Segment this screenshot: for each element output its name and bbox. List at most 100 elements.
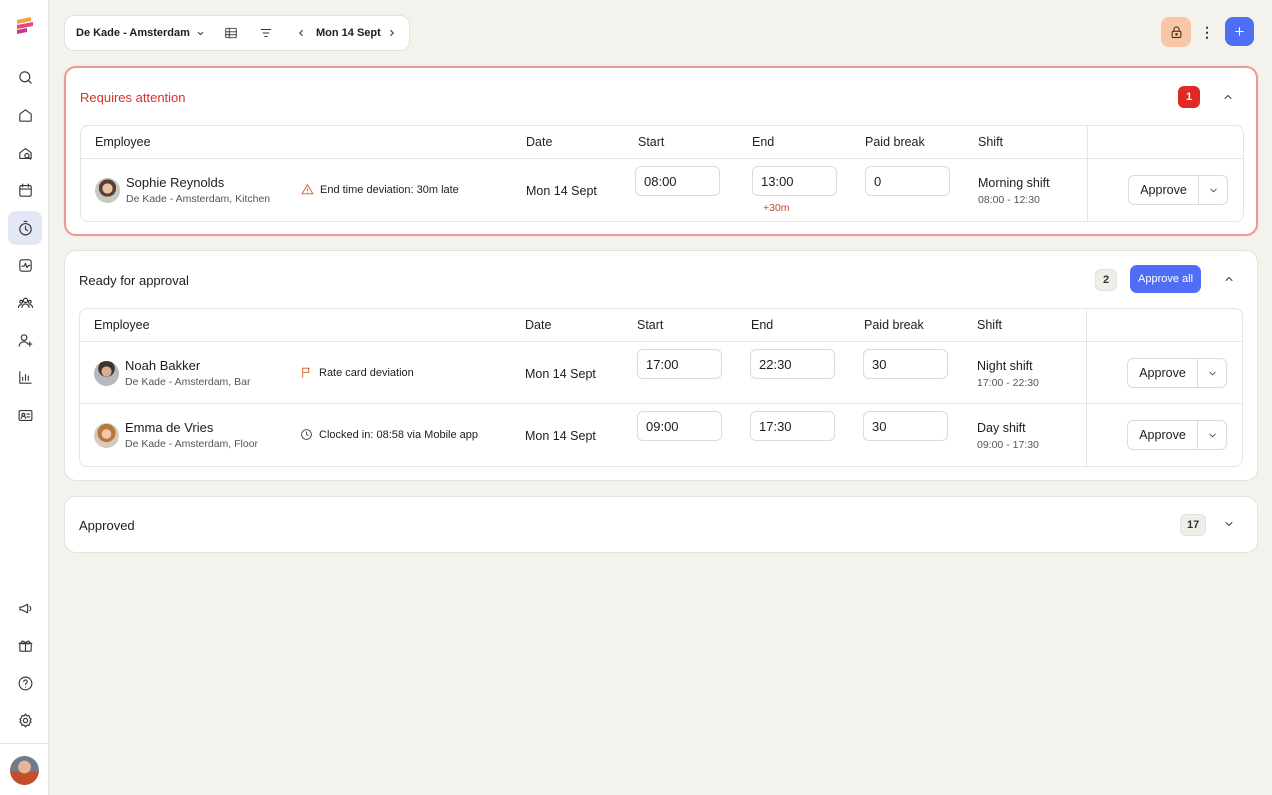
col-start: Start [638, 135, 665, 149]
chevron-down-icon[interactable] [1199, 176, 1227, 204]
col-end: End [751, 318, 774, 332]
id-card-icon[interactable] [8, 398, 42, 432]
section-title: Approved [79, 518, 135, 533]
employee-location: De Kade - Amsterdam, Kitchen [126, 193, 271, 205]
column-divider [1087, 159, 1088, 221]
employee-location: De Kade - Amsterdam, Floor [125, 438, 259, 450]
col-date: Date [526, 135, 553, 149]
shift-name: Day shift [977, 421, 1026, 435]
note-text: Clocked in: 08:58 via Mobile app [319, 428, 478, 441]
megaphone-icon[interactable] [8, 591, 42, 625]
unlock-icon [1171, 25, 1181, 38]
count-badge: 1 [1178, 86, 1200, 108]
table-row: Sophie Reynolds De Kade - Amsterdam, Kit… [81, 159, 1243, 221]
more-options-icon[interactable]: ⋮ [1197, 17, 1217, 47]
col-shift: Shift [978, 135, 1004, 149]
chevron-right-icon[interactable] [384, 25, 400, 41]
table-row: Noah Bakker De Kade - Amsterdam, Bar Rat… [80, 342, 1242, 404]
column-divider [1086, 342, 1087, 403]
plus-icon [1235, 27, 1244, 36]
avatar [95, 178, 120, 203]
activity-icon[interactable] [8, 248, 42, 282]
app-logo[interactable] [14, 14, 36, 36]
end-input[interactable] [750, 411, 835, 441]
settings-icon[interactable] [8, 703, 42, 737]
sidebar-divider [0, 743, 49, 744]
location-label: De Kade - Amsterdam [76, 27, 190, 39]
approve-split-button: Approve [1127, 420, 1227, 450]
end-input[interactable] [750, 349, 835, 379]
col-paid-break: Paid break [865, 135, 925, 149]
column-divider [1086, 404, 1087, 466]
section-title: Requires attention [80, 90, 186, 105]
end-deviation: +30m [763, 202, 790, 214]
chevron-left-icon[interactable] [293, 25, 309, 41]
home-icon[interactable] [8, 98, 42, 132]
count-badge: 17 [1180, 514, 1207, 536]
end-input[interactable] [752, 166, 837, 196]
paid-break-input[interactable] [865, 166, 950, 196]
row-date: Mon 14 Sept [525, 367, 596, 381]
chevron-down-icon[interactable] [1219, 514, 1239, 534]
table-view-icon[interactable] [223, 25, 239, 41]
approve-button[interactable]: Approve [1128, 421, 1198, 449]
gift-icon[interactable] [8, 628, 42, 662]
row-date: Mon 14 Sept [526, 184, 597, 198]
paid-break-input[interactable] [863, 411, 948, 441]
approval-table: Employee Date Start End Paid break Shift… [79, 308, 1243, 467]
employee-name: Sophie Reynolds [126, 175, 225, 190]
flag-icon [302, 367, 310, 378]
filter-icon[interactable] [258, 25, 274, 41]
section-title: Ready for approval [79, 273, 189, 288]
search-icon[interactable] [8, 60, 42, 94]
employee-name: Noah Bakker [125, 358, 201, 373]
team-icon[interactable] [8, 285, 42, 319]
employee-name: Emma de Vries [125, 420, 214, 435]
clock-in-note: Clocked in: 08:58 via Mobile app [300, 428, 478, 441]
deviation-note: Rate card deviation [300, 366, 414, 379]
current-date: Mon 14 Sept [316, 27, 381, 39]
start-input[interactable] [637, 349, 722, 379]
approve-split-button: Approve [1128, 175, 1228, 205]
sidebar [0, 0, 49, 795]
calendar-icon[interactable] [8, 173, 42, 207]
approved-section[interactable]: Approved 17 [64, 496, 1258, 553]
avatar [94, 361, 119, 386]
chevron-down-icon[interactable] [1198, 421, 1226, 449]
search-location-icon[interactable] [8, 136, 42, 170]
avatar [94, 423, 119, 448]
lock-button[interactable] [1161, 17, 1191, 47]
paid-break-input[interactable] [863, 349, 948, 379]
add-user-icon[interactable] [8, 323, 42, 357]
start-input[interactable] [637, 411, 722, 441]
chevron-up-icon[interactable] [1219, 269, 1239, 289]
chart-icon[interactable] [8, 360, 42, 394]
user-avatar[interactable] [10, 756, 39, 785]
column-divider [1086, 309, 1087, 341]
col-paid-break: Paid break [864, 318, 924, 332]
start-input[interactable] [635, 166, 720, 196]
ready-for-approval-section: Ready for approval 2 Approve all Employe… [64, 250, 1258, 481]
timer-icon[interactable] [8, 211, 42, 245]
shift-time: 09:00 - 17:30 [977, 439, 1039, 451]
col-date: Date [525, 318, 552, 332]
chevron-down-icon[interactable] [1198, 359, 1226, 387]
approve-all-button[interactable]: Approve all [1130, 265, 1202, 293]
add-button[interactable] [1225, 17, 1254, 46]
attention-table: Employee Date Start End Paid break Shift… [80, 125, 1244, 222]
col-end: End [752, 135, 775, 149]
chevron-up-icon[interactable] [1218, 87, 1238, 107]
help-icon[interactable] [8, 666, 42, 700]
approve-button[interactable]: Approve [1129, 176, 1199, 204]
employee-location: De Kade - Amsterdam, Bar [125, 376, 251, 388]
location-selector[interactable]: De Kade - Amsterdam [76, 27, 205, 39]
approve-button[interactable]: Approve [1128, 359, 1198, 387]
col-shift: Shift [977, 318, 1003, 332]
col-employee: Employee [95, 135, 151, 149]
requires-attention-section: Requires attention 1 Employee Date Start… [64, 66, 1258, 236]
table-header: Employee Date Start End Paid break Shift [80, 309, 1242, 342]
row-date: Mon 14 Sept [525, 429, 596, 443]
toolbar: De Kade - Amsterdam Mon 14 Sept [64, 15, 410, 51]
deviation-note: End time deviation: 30m late [301, 183, 459, 196]
table-header: Employee Date Start End Paid break Shift [81, 126, 1243, 159]
